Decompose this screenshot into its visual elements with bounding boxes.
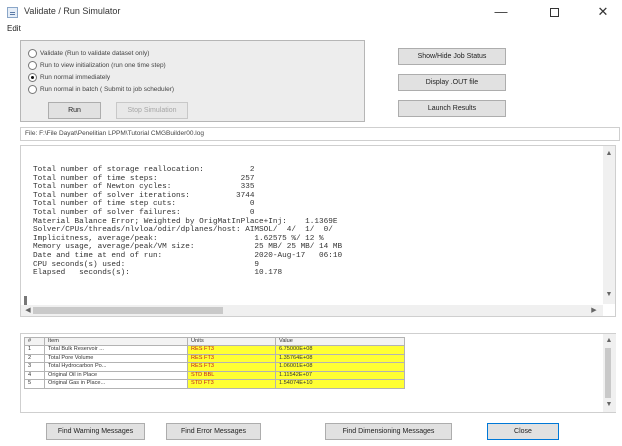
column-header-value[interactable]: Value [275,337,405,346]
log-line: Total number of solver failures: 0 [33,208,255,217]
column-header-item[interactable]: Item [44,337,188,346]
log-line: Total number of solver iterations: 3744 [33,191,255,200]
cell-number: 3 [24,362,45,372]
log-horizontal-scrollbar[interactable]: ◀ ▶ [21,305,603,316]
radio-button[interactable] [28,60,37,70]
log-line: Total number of time steps: 257 [33,174,255,183]
find-dimensioning-messages-button[interactable]: Find Dimensioning Messages [325,423,452,440]
cell-item: Original Gas in Place... [44,379,188,389]
scroll-right-arrow-icon[interactable]: ▶ [589,306,599,316]
cell-value: 6.75000E+08 [275,345,405,355]
close-icon: ✕ [597,4,609,19]
cell-item: Total Hydrocarbon Po... [44,362,188,372]
radio-run-normal[interactable]: Run normal immediately [28,72,110,82]
table-row[interactable]: 2 Total Pore Volume RES FT3 1.35764E+08 [24,353,405,363]
log-text: Total number of storage reallocation: 2T… [33,166,342,278]
radio-initialization[interactable]: Run to view initialization (run one time… [28,60,166,70]
log-line: Total number of storage reallocation: 2 [33,166,255,174]
radio-label: Validate (Run to validate dataset only) [40,49,150,57]
log-file-path: File: F:\File Dayat\Penelitian LPPM\Tuto… [20,127,620,141]
log-line: Material Balance Error; Weighted by Orig… [33,217,338,226]
cell-units: STD BBL [187,370,276,380]
find-warning-messages-button[interactable]: Find Warning Messages [46,423,145,440]
radio-label: Run normal immediately [40,73,111,81]
table-header-row: # Item Units Value [24,337,405,346]
window-title: Validate / Run Simulator [24,6,121,16]
table-row[interactable]: 5 Original Gas in Place... STD FT3 1.54074E… [24,379,405,389]
log-line: Memory usage, average/peak/VM size: 25 M… [33,243,343,252]
show-hide-job-status-button[interactable]: Show/Hide Job Status [398,48,506,65]
table-row[interactable]: 3 Total Hydrocarbon Po... RES FT3 1.06001E+… [24,362,405,372]
log-line: Total number of time step cuts: 0 [33,200,255,209]
cell-units: RES FT3 [187,362,276,372]
maximize-icon [549,8,559,18]
close-window-button[interactable]: ✕ [586,2,620,22]
table-row[interactable]: 4 Original Oil in Place STD BBL 1.11542E+07 [24,370,405,380]
radio-validate[interactable]: Validate (Run to validate dataset only) [28,48,149,58]
find-error-messages-button[interactable]: Find Error Messages [166,423,261,440]
log-line: Date and time at end of run: 2020-Aug-17… [33,251,343,260]
cell-number: 4 [24,370,45,380]
log-output[interactable]: Total number of storage reallocation: 2T… [20,145,616,317]
run-options-panel: Validate (Run to validate dataset only) … [20,40,365,122]
title-bar: Validate / Run Simulator — ✕ [0,0,622,24]
cell-item: Total Pore Volume [44,353,188,363]
cell-number: 5 [24,379,45,389]
cell-units: RES FT3 [187,353,276,363]
scroll-down-arrow-icon[interactable]: ▼ [604,290,614,300]
cell-value: 1.35764E+08 [275,353,405,363]
maximize-button[interactable] [537,2,571,22]
cell-number: 2 [24,353,45,363]
log-line: Implicitness, average/peak: 1.62575 %/ 1… [33,234,324,243]
table-row[interactable]: 1 Total Bulk Reservoir ... RES FT3 6.75000E… [24,345,405,355]
menu-edit[interactable]: Edit [7,24,21,33]
cell-number: 1 [24,345,45,355]
radio-run-batch[interactable]: Run normal in batch ( Submit to job sche… [28,84,174,94]
launch-results-button[interactable]: Launch Results [398,100,506,117]
radio-button[interactable] [28,48,37,58]
app-window-icon [7,7,18,18]
vertical-scroll-thumb[interactable] [605,348,611,398]
scroll-up-arrow-icon[interactable]: ▲ [604,336,614,346]
cell-units: RES FT3 [187,345,276,355]
close-button[interactable]: Close [487,423,559,440]
radio-button-selected[interactable] [28,72,37,82]
display-out-file-button[interactable]: Display .OUT file [398,74,506,91]
radio-button[interactable] [28,84,37,94]
table-vertical-scrollbar[interactable]: ▲ ▼ [603,334,616,412]
log-line: Solver/CPUs/threads/nlvloa/odir/dplanes/… [33,226,333,235]
run-button[interactable]: Run [48,102,101,119]
cell-item: Total Bulk Reservoir ... [44,345,188,355]
cell-units: STD FT3 [187,379,276,389]
scroll-left-arrow-icon[interactable]: ◀ [23,306,33,316]
scroll-down-arrow-icon[interactable]: ▼ [604,400,614,410]
menu-bar: Edit [0,24,622,37]
minimize-icon: — [494,4,508,19]
scroll-up-arrow-icon[interactable]: ▲ [604,149,614,159]
cell-value: 1.54074E+10 [275,379,405,389]
cell-value: 1.06001E+08 [275,362,405,372]
log-vertical-scrollbar[interactable]: ▲ ▼ [603,146,615,304]
log-line: CPU seconds(s) used: 9 [33,260,260,269]
cell-value: 1.11542E+07 [275,370,405,380]
minimize-button[interactable]: — [484,2,518,22]
column-header-number[interactable]: # [24,337,45,346]
radio-label: Run normal in batch ( Submit to job sche… [40,85,175,93]
log-line: Elapsed seconds(s): 10.178 [33,269,283,278]
stop-simulation-button[interactable]: Stop Simulation [116,102,188,119]
log-line: Total number of Newton cycles: 335 [33,183,255,192]
horizontal-scroll-thumb[interactable] [33,307,223,314]
column-header-units[interactable]: Units [187,337,276,346]
radio-label: Run to view initialization (run one time… [40,61,166,69]
results-table: # Item Units Value 1 Total Bulk Reservoir… [24,337,405,389]
cell-item: Original Oil in Place [44,370,188,380]
